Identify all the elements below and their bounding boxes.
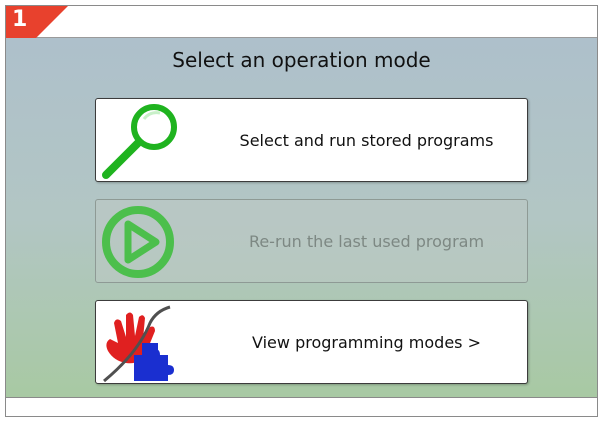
bottom-bar xyxy=(6,397,597,416)
view-programming-modes-button[interactable]: View programming modes > xyxy=(95,300,528,384)
page-title: Select an operation mode xyxy=(172,48,431,72)
option-label: Select and run stored programs xyxy=(239,130,494,150)
main-panel: Select an operation mode Select and run … xyxy=(6,38,597,397)
magnifier-icon xyxy=(98,101,183,185)
select-run-stored-programs-button[interactable]: Select and run stored programs xyxy=(95,98,528,182)
option-label: View programming modes > xyxy=(252,332,481,352)
option-label: Re-run the last used program xyxy=(248,231,485,251)
top-bar: 1 xyxy=(6,6,597,68)
play-icon xyxy=(98,202,183,286)
hand-puzzle-icon xyxy=(98,303,183,387)
step-number: 1 xyxy=(12,7,28,32)
rerun-last-program-button[interactable]: Re-run the last used program xyxy=(95,199,528,283)
screen-frame: 1 Select an operation mode Select and ru… xyxy=(5,5,598,417)
